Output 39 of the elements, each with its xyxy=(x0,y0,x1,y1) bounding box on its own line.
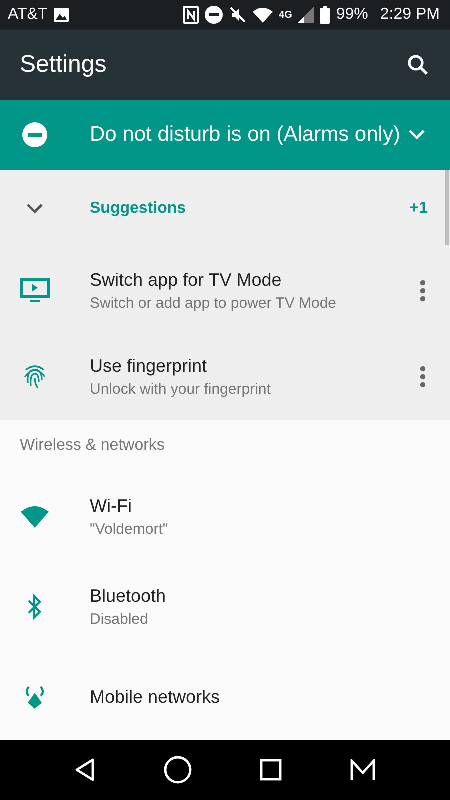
tv-icon xyxy=(20,278,50,304)
home-icon[interactable] xyxy=(164,756,192,784)
scrollbar[interactable] xyxy=(445,170,449,245)
do-not-disturb-icon xyxy=(205,6,224,24)
more-options-icon[interactable] xyxy=(420,280,426,302)
banner-message: Do not disturb is on (Alarms only) xyxy=(90,122,402,148)
setting-summary: Unlock with your fingerprint xyxy=(90,381,272,398)
back-icon[interactable] xyxy=(74,758,96,782)
battery-percentage: 99% xyxy=(336,6,368,24)
setting-summary: Disabled xyxy=(90,611,150,628)
carrier-label: AT&T xyxy=(8,6,48,24)
muted-icon xyxy=(229,6,248,24)
setting-title[interactable]: Mobile networks xyxy=(90,686,426,708)
wifi-icon xyxy=(253,7,274,23)
fingerprint-icon xyxy=(23,364,47,390)
clock-time: 2:29 PM xyxy=(380,6,440,24)
do-not-disturb-icon xyxy=(22,122,48,148)
chevron-icon[interactable] xyxy=(26,203,44,215)
nfc-icon xyxy=(183,6,200,24)
wifi-icon xyxy=(20,505,50,529)
network-type-label: 4G xyxy=(279,10,292,20)
setting-title[interactable]: Switch app for TV Mode xyxy=(90,270,420,291)
bluetooth-icon xyxy=(27,594,43,620)
setting-title[interactable]: Use fingerprint xyxy=(90,356,420,377)
setting-title[interactable]: Bluetooth xyxy=(90,586,426,607)
signal-icon xyxy=(298,7,314,23)
search-icon[interactable] xyxy=(406,53,430,77)
setting-summary: "Voldemort" xyxy=(90,521,170,538)
setting-summary: Switch or add app to power TV Mode xyxy=(90,295,338,312)
setting-title[interactable]: Wi-Fi xyxy=(90,496,426,517)
screen-title: Settings xyxy=(20,51,107,79)
battery-icon xyxy=(320,6,330,24)
suggestion-count: +1 xyxy=(410,200,428,218)
section-header: Wireless & networks xyxy=(20,437,165,455)
recents-icon[interactable] xyxy=(260,759,282,781)
menu-icon[interactable] xyxy=(350,759,376,781)
more-options-icon[interactable] xyxy=(420,366,426,388)
image-icon xyxy=(54,8,69,22)
do-not-disturb-banner[interactable]: Do not disturb is on (Alarms only) xyxy=(0,100,450,170)
